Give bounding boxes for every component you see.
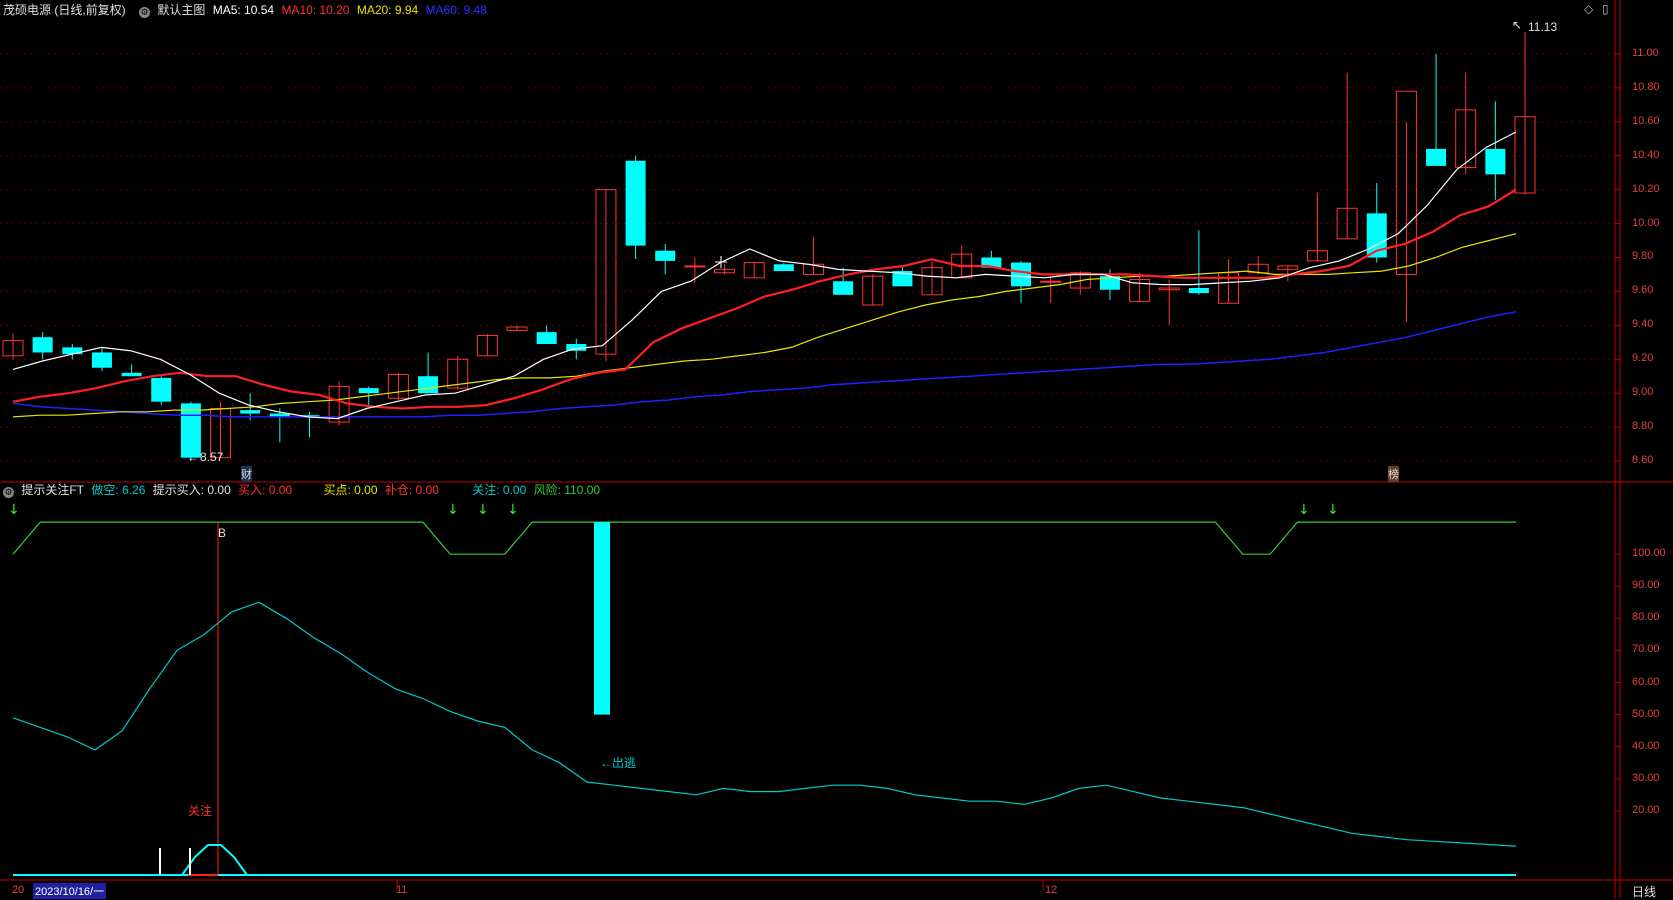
main-chart-header: 茂硕电源 (日线,前复权) ⚙ 默认主图 MA5: 10.54 MA10: 10… — [3, 1, 491, 18]
y-tick-label: 70.00 — [1632, 643, 1660, 656]
candle-body-down — [358, 388, 379, 394]
y-tick-label: 11.00 — [1632, 46, 1659, 59]
b-marker: B — [218, 526, 227, 540]
y-tick-label: 9.00 — [1632, 386, 1654, 399]
candle-body-down — [833, 281, 854, 295]
y-tick-label: 40.00 — [1632, 739, 1660, 752]
y-tick-label: 8.80 — [1632, 420, 1654, 433]
buy-value: 买入: 0.00 — [238, 483, 293, 497]
add-value: 补仓: 0.00 — [384, 483, 439, 497]
watch-marker: 关注 — [188, 804, 213, 818]
y-tick-label: 8.60 — [1632, 454, 1654, 467]
candle-body-down — [62, 347, 83, 355]
y-tick-label: 9.40 — [1632, 318, 1654, 331]
x-label-nov: 11 — [396, 884, 408, 896]
y-tick-label: 90.00 — [1632, 579, 1660, 592]
diamond-icon[interactable]: ◇ — [1584, 2, 1593, 16]
candle-body-up — [1040, 280, 1062, 283]
y-tick-label: 10.40 — [1632, 148, 1660, 161]
watch-value: 关注: 0.00 — [472, 483, 527, 497]
y-tick-label: 10.20 — [1632, 182, 1660, 195]
ma20-value: MA20: 9.94 — [356, 3, 419, 17]
candle-body-down — [32, 337, 53, 353]
panel-toggle-icon[interactable]: ▯ — [1602, 2, 1609, 16]
y-tick-label: 10.60 — [1632, 114, 1660, 127]
candle-body-up — [684, 265, 706, 268]
watch-spike — [130, 844, 260, 876]
short-value: 做空: 6.26 — [91, 483, 146, 497]
indicator-header: ⚙ 提示关注FT 做空: 6.26 提示买入: 0.00 买入: 0.00 买点… — [3, 481, 604, 498]
y-tick-label: 30.00 — [1632, 771, 1660, 784]
stock-title: 茂硕电源 (日线,前复权) — [3, 3, 126, 17]
period-label[interactable]: 日线 — [1632, 883, 1656, 900]
settings-icon[interactable]: ⚙ — [139, 7, 151, 18]
candle-body-down — [625, 160, 646, 246]
candle-body-down — [1485, 148, 1506, 175]
candle-body-down — [151, 377, 172, 402]
candle-body-down — [91, 352, 112, 368]
down-arrow-icon: ↓ — [1298, 502, 1310, 518]
oscillator-line — [12, 601, 1517, 847]
y-tick-label: 10.80 — [1632, 80, 1660, 93]
candle-body-down — [773, 264, 794, 272]
candle-body-down — [1188, 288, 1209, 294]
down-arrow-icon: ↓ — [1327, 502, 1339, 518]
y-tick-label: 60.00 — [1632, 675, 1660, 688]
low-label: 8.57 — [200, 450, 224, 464]
y-tick-label: 80.00 — [1632, 611, 1660, 624]
ma5-value: MA5: 10.54 — [212, 3, 275, 17]
candle-body-down — [418, 376, 439, 394]
down-arrow-icon: ↓ — [447, 502, 459, 518]
candle-body-down — [121, 372, 142, 377]
ma60-value: MA60: 9.48 — [425, 3, 487, 17]
y-tick-label: 50.00 — [1632, 707, 1660, 720]
escape-label: ←出逃 — [600, 756, 637, 770]
candle-body-down — [536, 332, 557, 344]
indicator-name[interactable]: 提示关注FT — [21, 483, 84, 497]
cursor-date: 2023/10/16/一 — [33, 883, 107, 899]
high-label: 11.13 — [1528, 20, 1558, 34]
buy-point-value: 买点: 0.00 — [323, 483, 378, 497]
x-stub-label: 20 — [12, 884, 25, 896]
down-arrow-icon: ↓ — [477, 502, 489, 518]
y-tick-label: 9.60 — [1632, 284, 1654, 297]
kline-chart[interactable]: ↓ ↓ ↓ ↓ ↓ ↓ — [0, 0, 1673, 899]
ma10-value: MA10: 10.20 — [281, 3, 350, 17]
rank-marker[interactable]: 榜 — [1388, 466, 1399, 482]
y-tick-label: 9.80 — [1632, 250, 1654, 263]
candle-body-down — [240, 410, 261, 414]
y-tick-label: 9.20 — [1632, 352, 1654, 365]
candle-body-down — [1011, 262, 1031, 287]
y-tick-label: 20.00 — [1632, 803, 1660, 816]
short-bar — [594, 522, 610, 715]
indicator-settings-icon[interactable]: ⚙ — [3, 487, 14, 498]
down-arrow-icon: ↓ — [507, 502, 519, 518]
high-arrow: ↖ — [1512, 18, 1523, 32]
y-tick-label: 10.00 — [1632, 216, 1660, 229]
candle-body-down — [655, 250, 676, 261]
ma10-line — [12, 188, 1517, 410]
risk-value: 风险: 110.00 — [533, 483, 601, 497]
finance-marker[interactable]: 财 — [241, 466, 252, 482]
down-arrow-icon: ↓ — [8, 502, 20, 518]
hint-buy-value: 提示买入: 0.00 — [152, 483, 231, 497]
x-label-dec: 12 — [1045, 884, 1058, 896]
low-arrow: ← — [187, 450, 199, 464]
candle-body-down — [1426, 148, 1447, 166]
risk-line — [12, 521, 1516, 555]
main-chart-name[interactable]: 默认主图 — [157, 3, 205, 17]
y-tick-label: 100.00 — [1632, 547, 1666, 560]
